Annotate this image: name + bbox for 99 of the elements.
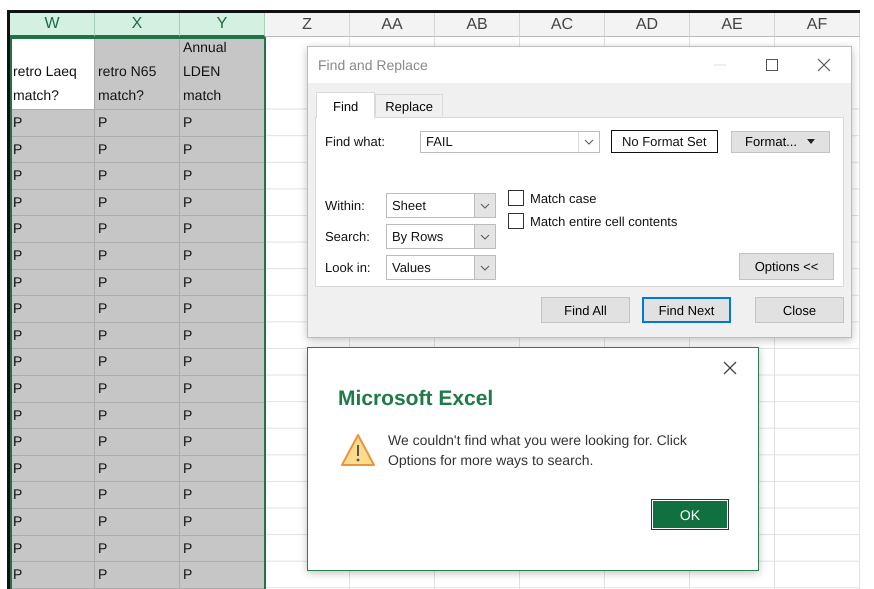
table-cell: P [180,456,265,482]
format-button[interactable]: Format... [730,130,830,152]
dropdown-icon[interactable] [474,256,495,279]
dialog-title: Microsoft Excel [338,387,494,411]
table-cell: P [95,536,180,562]
table-cell: P [180,190,265,216]
find-what-field[interactable]: FAIL [420,130,600,152]
format-preview: No Format Set [611,130,718,153]
checkbox[interactable] [508,213,524,229]
table-cell: P [10,482,95,509]
table-cell: P [10,429,95,456]
tab[interactable]: Replace [375,94,443,116]
table-cell: P [95,562,180,589]
column-header[interactable]: AD [605,13,690,37]
table-cell: Annual LDEN match [180,37,265,110]
close-icon[interactable] [723,361,737,375]
table-cell: P [180,110,265,137]
dropdown[interactable]: By Rows [386,224,496,249]
checkbox-label: Match case [530,190,596,206]
tab[interactable]: Find [316,92,376,118]
table-cell: P [95,429,180,456]
table-cell: P [10,270,95,296]
dropdown-icon[interactable] [474,194,495,217]
table-cell: P [180,296,265,323]
dialog-button[interactable]: Find All [541,297,630,323]
dropdown[interactable]: Sheet [386,193,496,218]
table-cell: P [10,242,95,270]
table-cell: P [180,349,265,376]
table-cell: P [95,402,180,430]
table-cell: P [180,482,265,509]
table-cell: P [95,163,180,190]
table-cell: P [180,508,265,536]
table-cell: P [95,190,180,216]
ok-button[interactable]: OK [652,500,728,529]
table-cell: P [95,349,180,376]
table-cell: P [180,163,265,190]
table-cell: P [10,562,95,589]
window-title: Find and Replace [318,57,429,73]
table-cell: P [180,322,265,350]
options-button[interactable]: Options << [739,253,834,280]
table-cell: P [95,508,180,536]
table-cell: P [10,402,95,430]
table-cell: P [180,536,265,562]
dialog-button[interactable]: Close [755,297,844,323]
column-header[interactable]: W [10,13,95,37]
table-cell: P [95,376,180,403]
checkbox[interactable] [508,190,524,206]
table-cell: P [180,376,265,403]
table-cell: P [10,296,95,323]
dialog-button[interactable]: Find Next [642,297,731,323]
column-header[interactable]: AF [775,13,860,37]
caret-icon [807,139,816,144]
dropdown-icon[interactable] [474,225,495,248]
table-cell: P [10,216,95,243]
dropdown[interactable]: Values [386,255,496,280]
table-cell: P [95,136,180,164]
warning-icon [340,433,376,467]
message-text: We couldn't find what you were looking for. Click Options for more ways to search. [388,431,688,470]
field-label: Search: [325,229,371,244]
column-header[interactable]: AC [520,13,605,37]
table-cell: P [180,136,265,164]
column-header[interactable]: X [95,13,180,37]
field-label: Within: [325,198,366,213]
table-cell: P [95,242,180,270]
field-label: Look in: [325,260,372,275]
column-header[interactable]: Z [265,13,350,37]
table-cell: P [95,322,180,350]
table-cell: P [180,562,265,589]
table-cell: P [95,296,180,323]
column-header[interactable]: AE [690,13,775,37]
table-cell: retro Laeq match? [10,37,95,110]
table-cell: P [95,216,180,243]
column-header[interactable]: Y [180,13,265,37]
table-cell: P [180,402,265,430]
table-cell: P [10,349,95,376]
table-cell: P [10,190,95,216]
table-cell: P [95,270,180,296]
column-header[interactable]: AA [350,13,435,37]
table-cell: P [95,110,180,137]
table-cell: P [10,163,95,190]
column-header[interactable]: AB [435,13,520,37]
table-cell: P [95,482,180,509]
table-cell: P [10,376,95,403]
table-cell: P [10,322,95,350]
table-cell: P [10,456,95,482]
table-cell: P [180,270,265,296]
table-cell: P [10,508,95,536]
field-label: Find what: [325,134,386,149]
checkbox-label: Match entire cell contents [530,214,678,228]
table-cell: retro N65 match? [95,37,180,110]
table-cell: P [10,136,95,164]
table-cell: P [180,216,265,243]
table-cell: P [10,110,95,137]
maximize-icon[interactable] [765,58,779,72]
table-cell: P [180,429,265,456]
table-cell: P [10,536,95,562]
table-cell: P [180,242,265,270]
close-icon[interactable] [817,58,831,72]
table-cell: P [95,456,180,482]
